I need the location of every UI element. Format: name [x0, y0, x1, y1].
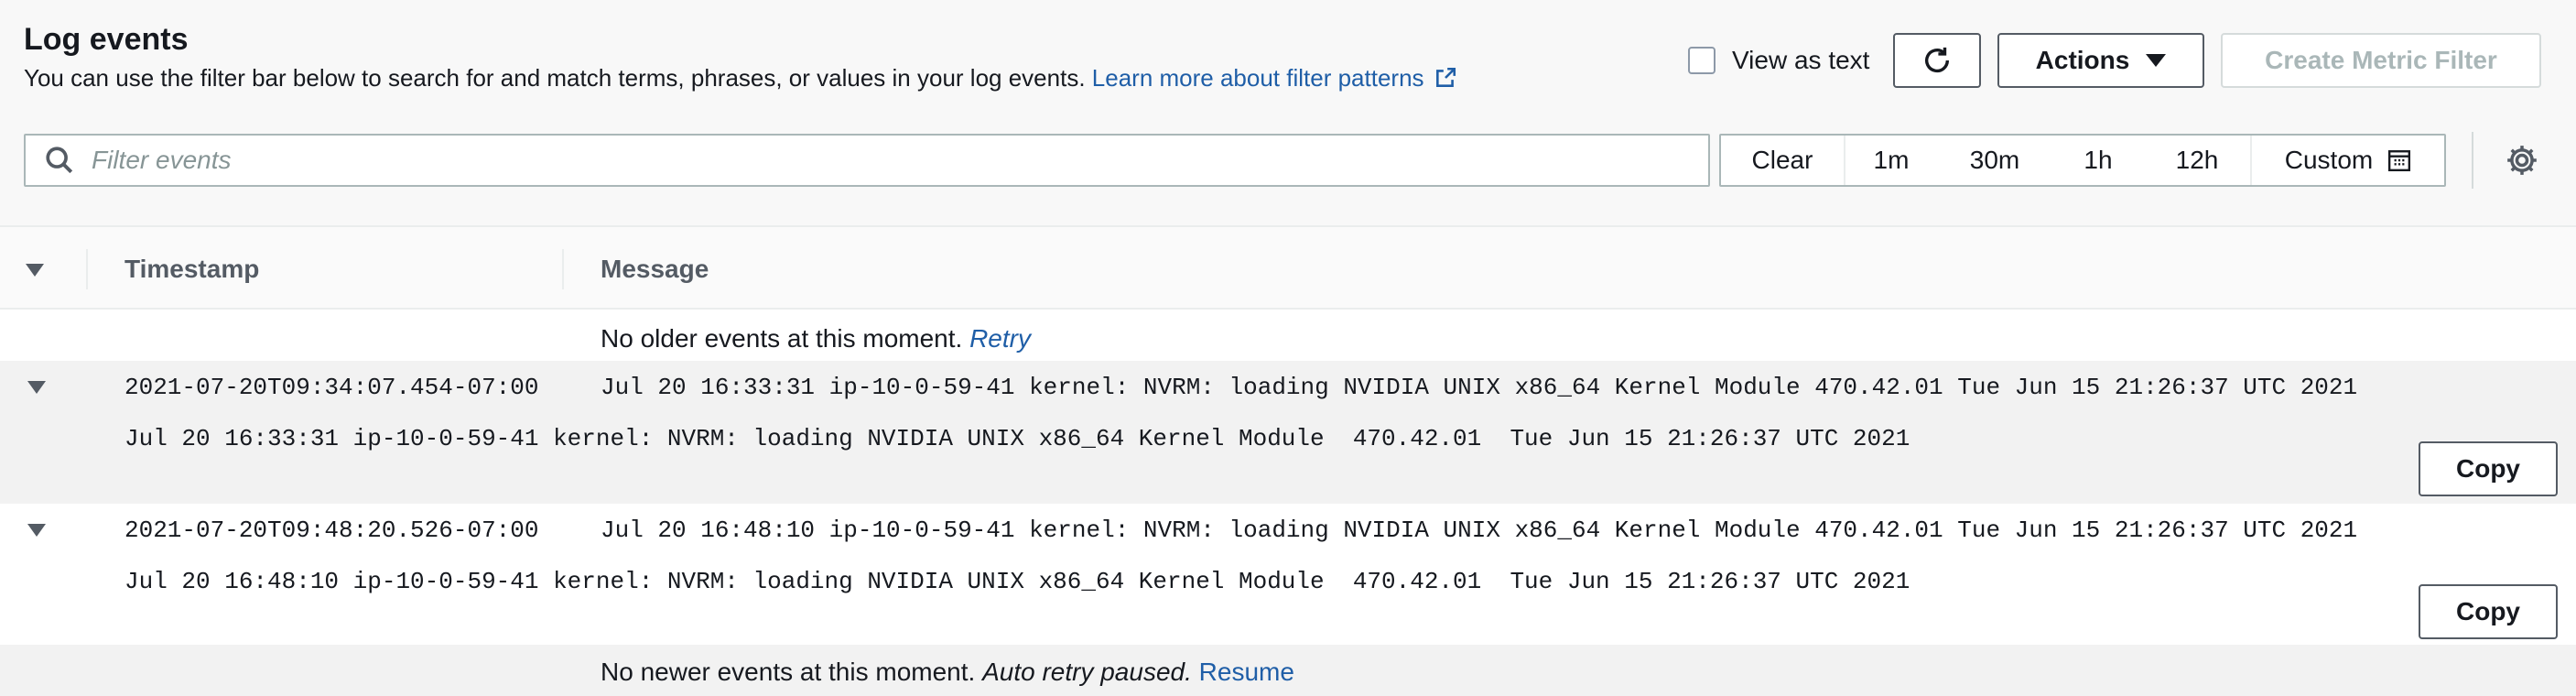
newer-events-text: No newer events at this moment. [601, 658, 976, 686]
view-as-text-checkbox[interactable] [1688, 47, 1716, 74]
filter-events-input[interactable]: Filter events [92, 146, 232, 175]
create-metric-filter-label: Create Metric Filter [2265, 46, 2497, 74]
time-30m-button[interactable]: 30m [1937, 136, 2052, 185]
search-icon [46, 147, 73, 174]
page-description: You can use the filter bar below to sear… [24, 64, 1457, 92]
column-separator [562, 249, 564, 289]
copy-button[interactable]: Copy [2419, 441, 2558, 496]
learn-more-link[interactable]: Learn more about filter patterns [1092, 64, 1457, 92]
resume-link[interactable]: Resume [1199, 658, 1294, 686]
row-message: Jul 20 16:48:10 ip-10-0-59-41 kernel: NV… [601, 517, 2358, 544]
column-separator [86, 249, 88, 289]
row-timestamp: 2021-07-20T09:34:07.454-07:00 [124, 374, 539, 401]
retry-link[interactable]: Retry [969, 324, 1031, 353]
view-as-text-toggle[interactable]: View as text [1688, 46, 1869, 75]
collapse-row-icon[interactable] [27, 524, 46, 537]
column-header-message[interactable]: Message [601, 255, 709, 284]
older-events-notice: No older events at this moment. Retry [601, 324, 1031, 353]
auto-retry-paused-text: Auto retry paused. [982, 658, 1192, 686]
time-1m-button[interactable]: 1m [1845, 136, 1937, 185]
learn-more-label: Learn more about filter patterns [1091, 64, 1424, 92]
time-1h-button[interactable]: 1h [2052, 136, 2144, 185]
create-metric-filter-button[interactable]: Create Metric Filter [2221, 33, 2541, 88]
row-detail: Jul 20 16:48:10 ip-10-0-59-41 kernel: NV… [124, 568, 1910, 595]
log-events-header: Log events You can use the filter bar be… [0, 0, 2576, 225]
refresh-button[interactable] [1893, 33, 1981, 88]
older-events-text: No older events at this moment. [601, 324, 963, 353]
actions-label: Actions [2035, 46, 2130, 74]
refresh-icon [1924, 47, 1950, 73]
calendar-icon [2388, 150, 2411, 172]
caret-down-icon [2146, 54, 2167, 67]
column-header-timestamp[interactable]: Timestamp [124, 255, 259, 284]
time-range-selector: Clear 1m 30m 1h 12h Custom [1719, 134, 2446, 187]
time-custom-label: Custom [2284, 146, 2374, 174]
time-custom-button[interactable]: Custom [2252, 136, 2444, 185]
time-12h-button[interactable]: 12h [2144, 136, 2252, 185]
table-row[interactable]: 2021-07-20T09:48:20.526-07:00 Jul 20 16:… [0, 504, 2576, 647]
actions-button[interactable]: Actions [1997, 33, 2204, 88]
description-text: You can use the filter bar below to sear… [24, 64, 1086, 92]
copy-button[interactable]: Copy [2419, 584, 2558, 639]
toolbar-divider [2472, 132, 2473, 189]
time-clear-button[interactable]: Clear [1721, 136, 1845, 185]
newer-events-notice: No newer events at this moment. Auto ret… [601, 658, 1294, 687]
view-as-text-label: View as text [1732, 46, 1870, 74]
table-header: Timestamp Message [0, 225, 2576, 310]
expand-all-icon[interactable] [26, 264, 44, 277]
row-timestamp: 2021-07-20T09:48:20.526-07:00 [124, 517, 539, 544]
external-link-icon [1435, 67, 1456, 87]
filter-events-bar[interactable]: Filter events [24, 134, 1710, 187]
page-title: Log events [24, 22, 189, 57]
gear-icon[interactable] [2505, 143, 2539, 178]
row-message: Jul 20 16:33:31 ip-10-0-59-41 kernel: NV… [601, 374, 2358, 401]
table-row[interactable]: 2021-07-20T09:34:07.454-07:00 Jul 20 16:… [0, 361, 2576, 504]
collapse-row-icon[interactable] [27, 381, 46, 394]
row-detail: Jul 20 16:33:31 ip-10-0-59-41 kernel: NV… [124, 425, 1910, 452]
